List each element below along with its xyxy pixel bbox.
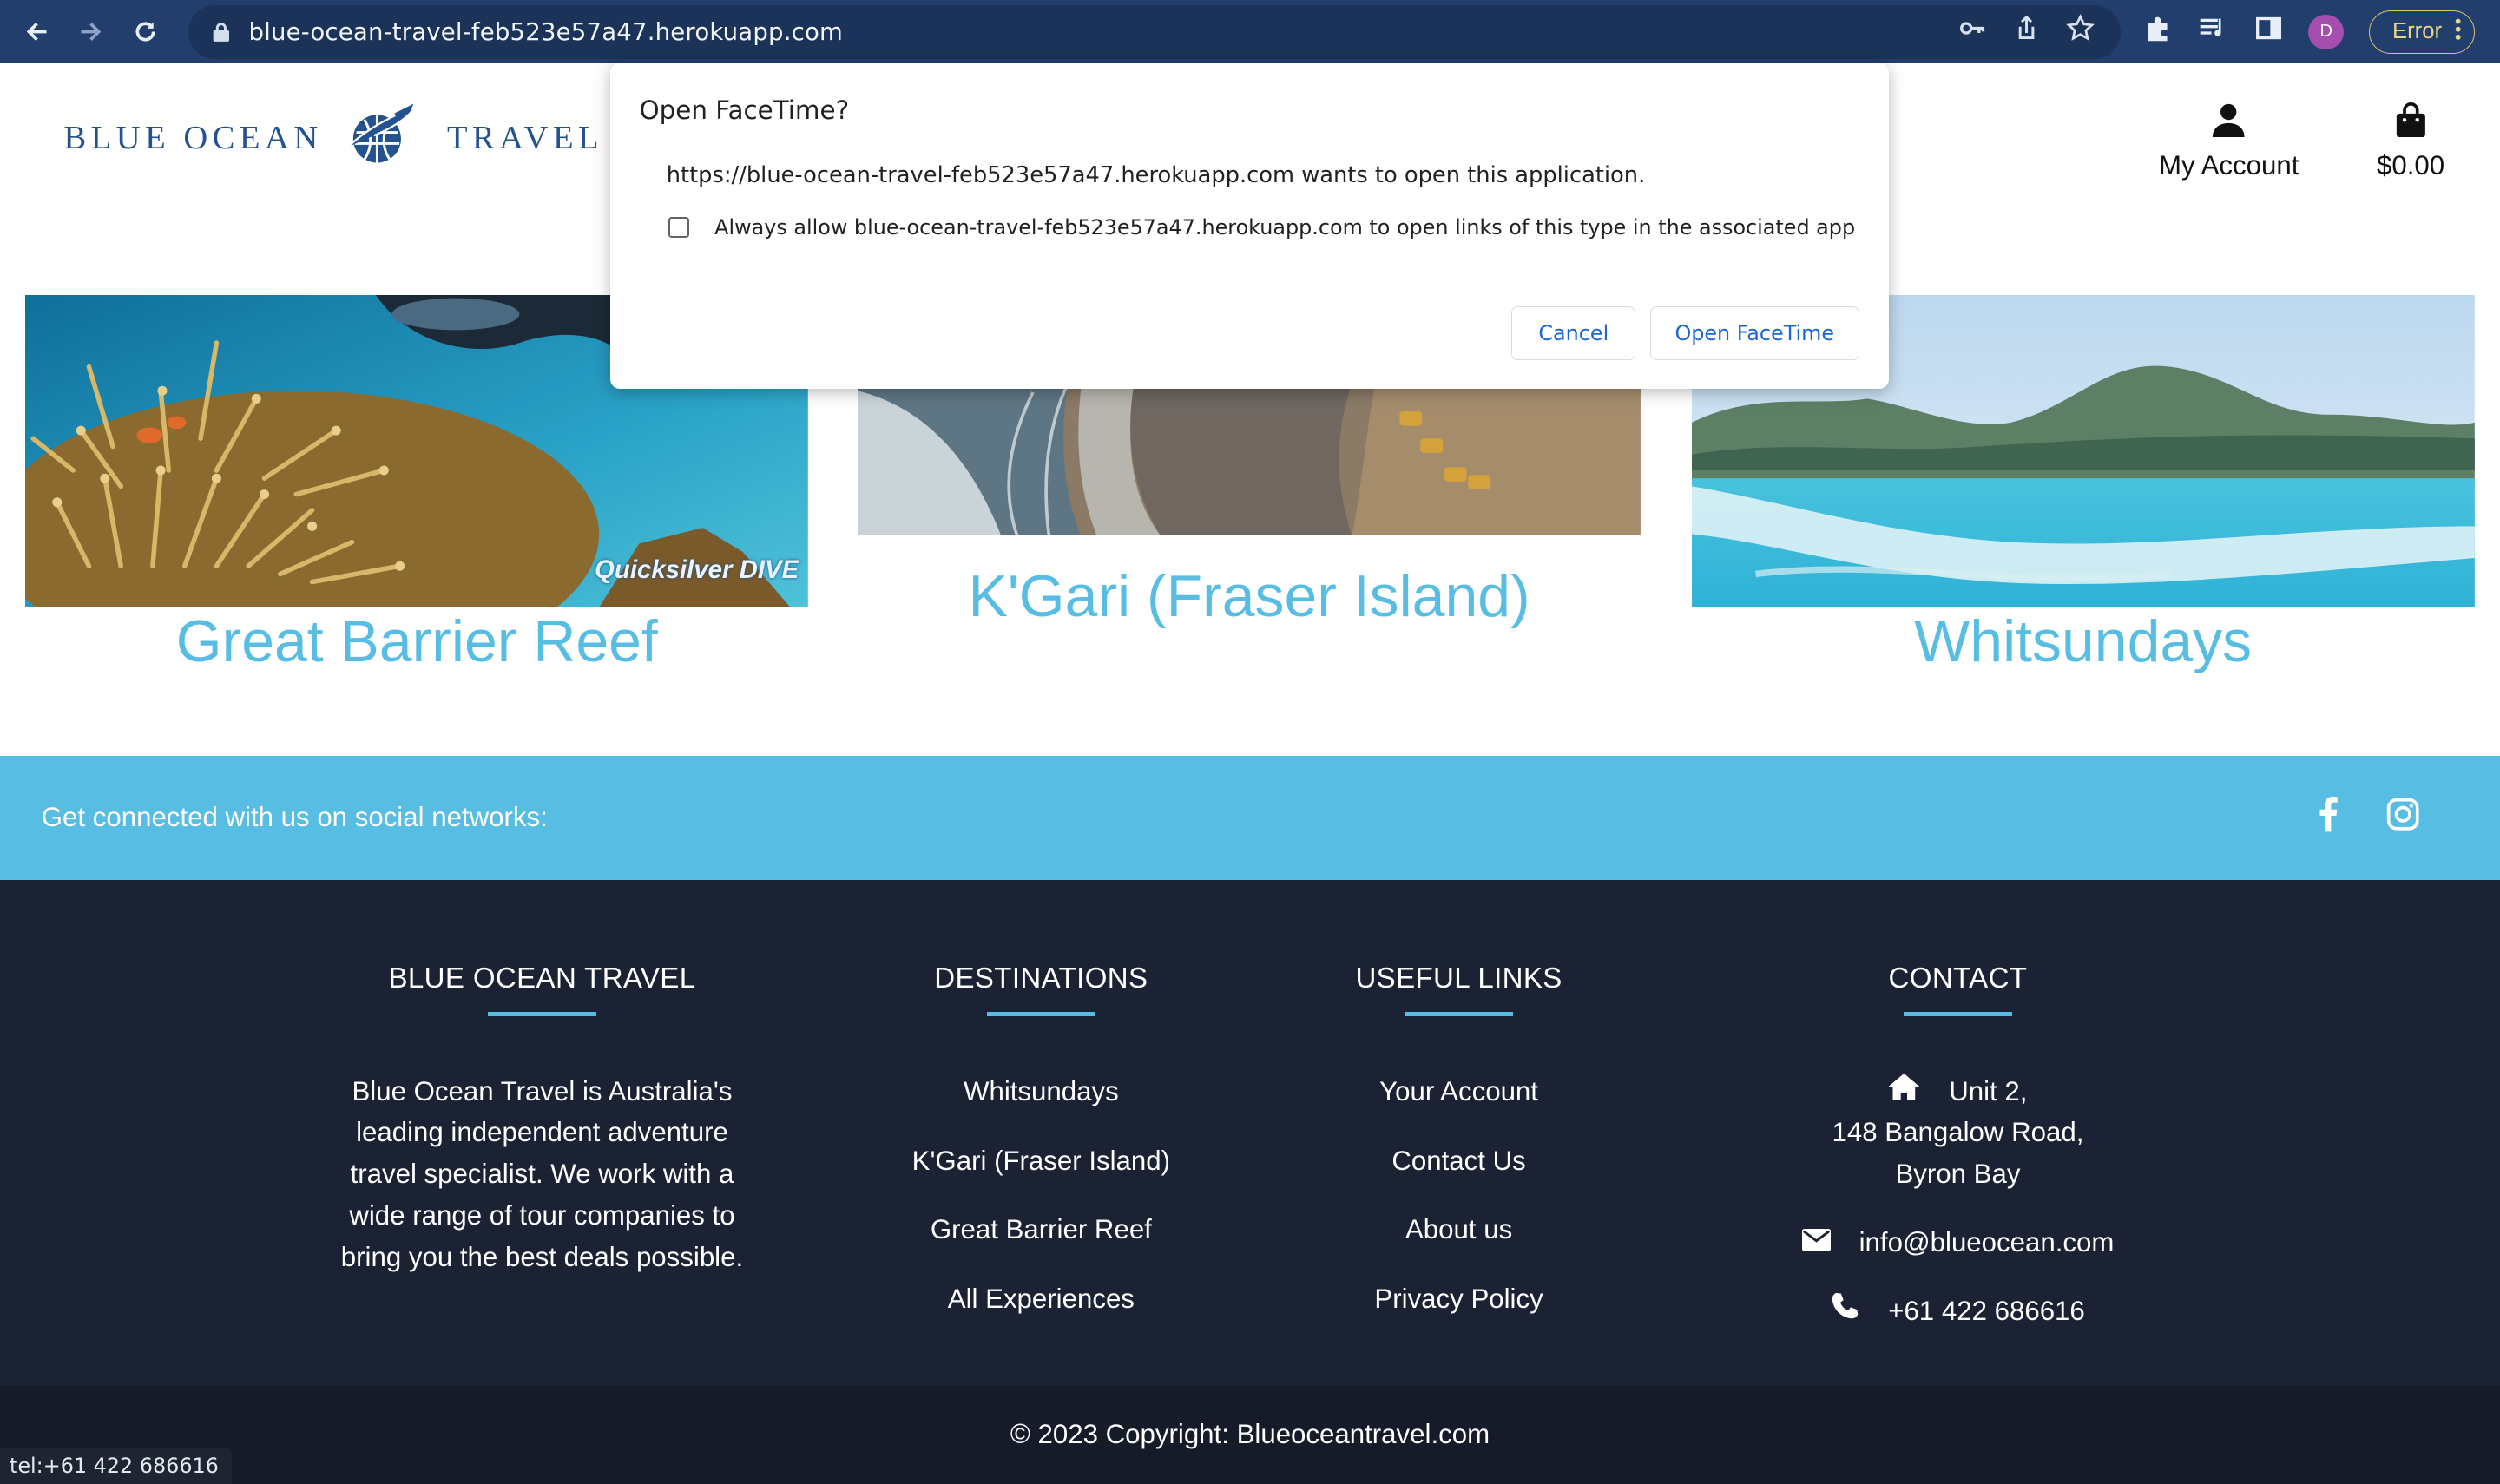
site-footer: BLUE OCEAN TRAVEL Blue Ocean Travel is A… (0, 879, 2500, 1386)
whitsundays-title[interactable]: Whitsundays (1692, 607, 2475, 675)
star-icon[interactable] (2066, 14, 2095, 49)
footer-useful-links-column: USEFUL LINKS Your Account Contact Us Abo… (1332, 962, 1587, 1348)
social-text: Get connected with us on social networks… (41, 801, 548, 832)
cart-link[interactable]: $0.00 (2366, 102, 2456, 182)
key-icon[interactable] (1958, 14, 1987, 49)
footer-link-kgari[interactable]: K'Gari (Fraser Island) (865, 1140, 1216, 1210)
about-line: wide range of tour companies to (349, 1199, 735, 1231)
link-status-tooltip: tel:+61 422 686616 (0, 1447, 232, 1484)
always-allow-checkbox[interactable] (668, 216, 689, 239)
footer-about-column: BLUE OCEAN TRAVEL Blue Ocean Travel is A… (303, 962, 781, 1277)
shopping-bag-icon (2366, 102, 2456, 144)
heading-underline (986, 1011, 1095, 1017)
forward-icon[interactable] (73, 15, 108, 49)
footer-link-contact-us[interactable]: Contact Us (1332, 1140, 1587, 1210)
footer-destinations-heading: DESTINATIONS (934, 962, 1148, 995)
great-barrier-reef-title[interactable]: Great Barrier Reef (25, 607, 808, 675)
address-line: Byron Bay (1895, 1159, 2021, 1190)
heading-underline (1405, 1011, 1514, 1017)
browser-toolbar: blue-ocean-travel-feb523e57a47.herokuapp… (0, 0, 2500, 64)
facebook-icon[interactable] (2315, 797, 2340, 838)
heading-underline (1904, 1011, 2012, 1017)
about-line: Blue Ocean Travel is Australia's (352, 1075, 733, 1106)
instagram-icon[interactable] (2385, 797, 2420, 838)
cart-total: $0.00 (2377, 150, 2445, 181)
site-logo[interactable]: BLUE OCEAN TRAVEL (63, 99, 603, 178)
profile-avatar[interactable]: D (2308, 14, 2344, 49)
dialog-message: https://blue-ocean-travel-feb523e57a47.h… (666, 162, 1646, 189)
kgari-title[interactable]: K'Gari (Fraser Island) (858, 562, 1641, 630)
contact-phone[interactable]: +61 422 686616 (1766, 1290, 2149, 1332)
footer-link-whitsundays[interactable]: Whitsundays (865, 1071, 1216, 1140)
email-link[interactable]: info@blueocean.com (1859, 1222, 2115, 1264)
about-line: travel specialist. We work with a (350, 1159, 734, 1190)
cancel-button[interactable]: Cancel (1511, 305, 1636, 361)
footer-about-text: Blue Ocean Travel is Australia's leading… (303, 1071, 781, 1278)
url-text[interactable]: blue-ocean-travel-feb523e57a47.herokuapp… (248, 18, 843, 46)
address-bar[interactable]: blue-ocean-travel-feb523e57a47.herokuapp… (188, 4, 2121, 59)
home-icon (1888, 1071, 1921, 1113)
address-line: Unit 2, (1949, 1075, 2028, 1106)
my-account-link[interactable]: My Account (2149, 102, 2309, 182)
footer-about-heading: BLUE OCEAN TRAVEL (388, 962, 696, 995)
user-icon (2149, 102, 2309, 144)
back-icon[interactable] (19, 15, 54, 49)
address-line: 148 Bangalow Road, (1832, 1117, 2084, 1148)
quicksilver-dive-watermark: Quicksilver DIVE (595, 555, 799, 585)
footer-contact-column: CONTACT Unit 2, 148 Bangalow Road, Byron… (1766, 962, 2149, 1331)
copyright-text: © 2023 Copyright: Blueoceantravel.com (1010, 1419, 1490, 1450)
contact-email[interactable]: info@blueocean.com (1766, 1222, 2149, 1264)
open-facetime-dialog: Open FaceTime? https://blue-ocean-travel… (610, 63, 1890, 390)
error-label: Error (2391, 19, 2443, 44)
heading-underline (488, 1011, 596, 1017)
footer-link-all-experiences[interactable]: All Experiences (865, 1278, 1216, 1348)
phone-link[interactable]: +61 422 686616 (1888, 1290, 2085, 1332)
error-button[interactable]: Error (2369, 10, 2475, 54)
footer-destinations-column: DESTINATIONS Whitsundays K'Gari (Fraser … (865, 962, 1216, 1348)
always-allow-row[interactable]: Always allow blue-ocean-travel-feb523e57… (668, 215, 1855, 240)
contact-address-line-1: Unit 2, (1766, 1071, 2149, 1113)
lock-icon[interactable] (210, 21, 233, 43)
footer-link-your-account[interactable]: Your Account (1332, 1071, 1587, 1140)
envelope-icon (1801, 1222, 1831, 1264)
footer-useful-heading: USEFUL LINKS (1355, 962, 1562, 995)
account-label: My Account (2159, 150, 2299, 181)
about-line: leading independent adventure (356, 1117, 728, 1148)
footer-contact-heading: CONTACT (1888, 962, 2028, 995)
logo-word-travel: TRAVEL (446, 120, 604, 157)
logo-word-blue-ocean: BLUE OCEAN (63, 120, 323, 157)
extensions-icon[interactable] (2143, 14, 2172, 49)
globe-plane-icon (342, 99, 422, 178)
dialog-title: Open FaceTime? (639, 95, 850, 126)
footer-link-great-barrier-reef[interactable]: Great Barrier Reef (865, 1209, 1216, 1278)
footer-link-privacy-policy[interactable]: Privacy Policy (1332, 1278, 1587, 1348)
share-icon[interactable] (2012, 14, 2041, 49)
social-bar: Get connected with us on social networks… (0, 755, 2500, 880)
about-line: bring you the best deals possible. (340, 1241, 744, 1272)
open-facetime-button[interactable]: Open FaceTime (1649, 305, 1859, 361)
media-icon[interactable] (2197, 14, 2229, 49)
copyright-bar: © 2023 Copyright: Blueoceantravel.com (0, 1385, 2500, 1484)
footer-link-about-us[interactable]: About us (1332, 1209, 1587, 1278)
phone-icon (1831, 1290, 1859, 1332)
side-panel-icon[interactable] (2254, 14, 2283, 49)
always-allow-label[interactable]: Always allow blue-ocean-travel-feb523e57… (714, 215, 1855, 240)
reload-icon[interactable] (128, 15, 162, 49)
kebab-menu-icon[interactable] (2455, 16, 2461, 48)
